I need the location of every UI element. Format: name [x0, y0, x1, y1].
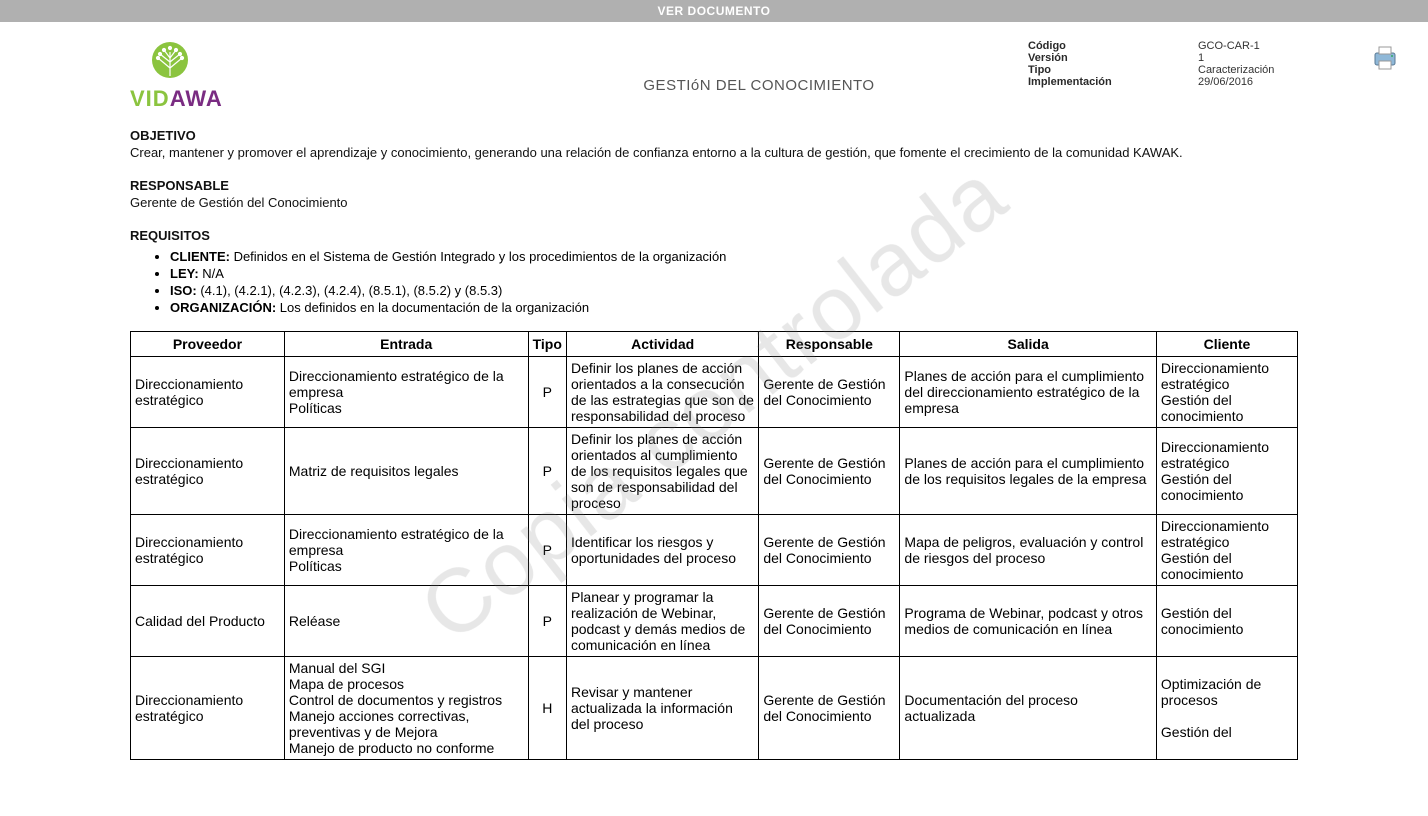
column-header: Cliente [1156, 332, 1297, 357]
table-cell-actividad: Planear y programar la realización de We… [566, 586, 758, 657]
column-header: Responsable [759, 332, 900, 357]
column-header: Proveedor [131, 332, 285, 357]
table-cell-actividad: Definir los planes de acción orientados … [566, 357, 758, 428]
table-cell-entrada: Direccionamiento estratégico de la empre… [284, 357, 528, 428]
list-item: ISO: (4.1), (4.2.1), (4.2.3), (4.2.4), (… [170, 283, 1298, 298]
list-item: LEY: N/A [170, 266, 1298, 281]
table-cell-responsable: Gerente de Gestión del Conocimiento [759, 586, 900, 657]
column-header: Actividad [566, 332, 758, 357]
table-cell-cliente: Gestión del conocimiento [1156, 586, 1297, 657]
meta-value-codigo: GCO-CAR-1 [1198, 40, 1318, 52]
table-cell-actividad: Definir los planes de acción orientados … [566, 428, 758, 515]
table-cell-tipo: P [528, 428, 566, 515]
table-cell-entrada: Reléase [284, 586, 528, 657]
logo: VIDAWA [130, 40, 223, 112]
table-cell-tipo: P [528, 357, 566, 428]
meta-value-tipo: Caracterización [1198, 64, 1318, 76]
table-row: Direccionamiento estratégicoMatriz de re… [131, 428, 1298, 515]
table-body: Direccionamiento estratégicoDireccionami… [131, 357, 1298, 760]
table-cell-cliente: Direccionamiento estratégicoGestión del … [1156, 515, 1297, 586]
process-table: ProveedorEntradaTipoActividadResponsable… [130, 331, 1298, 760]
meta-label-codigo: Código [1028, 40, 1198, 52]
column-header: Entrada [284, 332, 528, 357]
table-cell-actividad: Identificar los riesgos y oportunidades … [566, 515, 758, 586]
table-cell-tipo: H [528, 657, 566, 760]
meta-label-version: Versión [1028, 52, 1198, 64]
table-cell-responsable: Gerente de Gestión del Conocimiento [759, 428, 900, 515]
objetivo-heading: OBJETIVO [130, 128, 1298, 143]
table-cell-proveedor: Direccionamiento estratégico [131, 357, 285, 428]
list-item: CLIENTE: Definidos en el Sistema de Gest… [170, 249, 1298, 264]
logo-text: VIDAWA [130, 86, 223, 112]
meta-label-tipo: Tipo [1028, 64, 1198, 76]
table-cell-salida: Mapa de peligros, evaluación y control d… [900, 515, 1156, 586]
table-row: Direccionamiento estratégicoDireccionami… [131, 515, 1298, 586]
table-cell-entrada: Direccionamiento estratégico de la empre… [284, 515, 528, 586]
responsable-text: Gerente de Gestión del Conocimiento [130, 195, 1298, 210]
table-cell-responsable: Gerente de Gestión del Conocimiento [759, 657, 900, 760]
table-cell-proveedor: Direccionamiento estratégico [131, 428, 285, 515]
table-header-row: ProveedorEntradaTipoActividadResponsable… [131, 332, 1298, 357]
objetivo-text: Crear, mantener y promover el aprendizaj… [130, 145, 1298, 160]
document-header: VIDAWA GESTIóN DEL CONOCIMIENTO CódigoGC… [0, 22, 1428, 112]
table-row: Calidad del ProductoReléasePPlanear y pr… [131, 586, 1298, 657]
document-meta: CódigoGCO-CAR-1 Versión1 TipoCaracteriza… [1028, 40, 1318, 88]
table-cell-salida: Planes de acción para el cumplimiento de… [900, 428, 1156, 515]
requisitos-heading: REQUISITOS [130, 228, 1298, 243]
table-cell-cliente: Optimización de procesosGestión del [1156, 657, 1297, 760]
table-cell-tipo: P [528, 515, 566, 586]
requisitos-list: CLIENTE: Definidos en el Sistema de Gest… [170, 249, 1298, 315]
column-header: Salida [900, 332, 1156, 357]
print-icon[interactable] [1370, 44, 1400, 75]
table-row: Direccionamiento estratégicoDireccionami… [131, 357, 1298, 428]
meta-value-impl: 29/06/2016 [1198, 76, 1318, 88]
table-cell-proveedor: Direccionamiento estratégico [131, 657, 285, 760]
table-cell-salida: Programa de Webinar, podcast y otros med… [900, 586, 1156, 657]
table-cell-tipo: P [528, 586, 566, 657]
document-body: OBJETIVO Crear, mantener y promover el a… [0, 112, 1428, 780]
column-header: Tipo [528, 332, 566, 357]
list-item: ORGANIZACIÓN: Los definidos en la docume… [170, 300, 1298, 315]
table-cell-cliente: Direccionamiento estratégicoGestión del … [1156, 357, 1297, 428]
table-cell-cliente: Direccionamiento estratégicoGestión del … [1156, 428, 1297, 515]
top-bar: VER DOCUMENTO [0, 0, 1428, 22]
table-cell-proveedor: Calidad del Producto [131, 586, 285, 657]
table-cell-proveedor: Direccionamiento estratégico [131, 515, 285, 586]
table-cell-actividad: Revisar y mantener actualizada la inform… [566, 657, 758, 760]
table-cell-entrada: Manual del SGIMapa de procesosControl de… [284, 657, 528, 760]
table-cell-entrada: Matriz de requisitos legales [284, 428, 528, 515]
table-cell-responsable: Gerente de Gestión del Conocimiento [759, 515, 900, 586]
table-cell-responsable: Gerente de Gestión del Conocimiento [759, 357, 900, 428]
table-cell-salida: Planes de acción para el cumplimiento de… [900, 357, 1156, 428]
responsable-heading: RESPONSABLE [130, 178, 1298, 193]
table-cell-salida: Documentación del proceso actualizada [900, 657, 1156, 760]
meta-label-impl: Implementación [1028, 76, 1198, 88]
meta-value-version: 1 [1198, 52, 1318, 64]
table-row: Direccionamiento estratégicoManual del S… [131, 657, 1298, 760]
